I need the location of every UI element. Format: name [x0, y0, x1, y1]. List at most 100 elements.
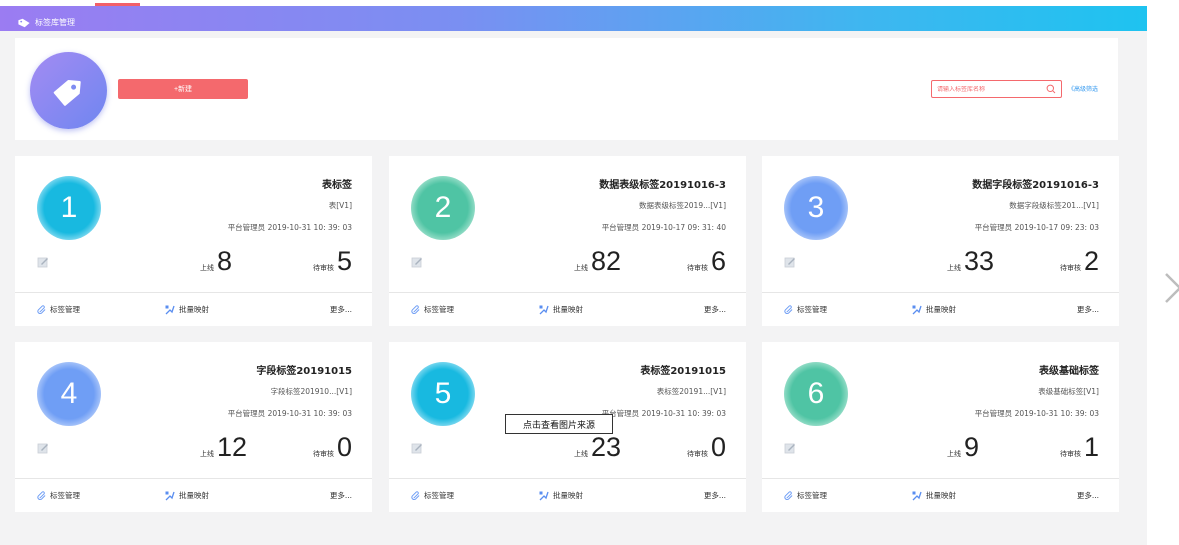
tag-manage-link[interactable]: 标签管理 — [37, 304, 80, 315]
card-meta: 平台管理员 2019-10-17 09: 31: 40 — [601, 223, 726, 232]
batch-mapping-link[interactable]: 批量映射 — [165, 304, 209, 315]
online-count: 33 — [964, 246, 995, 276]
pending-count: 0 — [710, 432, 726, 462]
card-number-badge: 1 — [37, 176, 101, 240]
card-subtitle: 数据字段级标签201...[V1] — [1009, 201, 1099, 210]
more-link[interactable]: 更多... — [704, 304, 726, 315]
online-label: 上线 — [574, 264, 588, 272]
card-subtitle: 字段标签201910...[V1] — [270, 387, 352, 396]
card-footer: 标签管理 批量映射 更多... — [15, 292, 372, 326]
batch-mapping-label: 批量映射 — [553, 491, 583, 500]
mapping-icon — [165, 491, 175, 500]
online-stat: 上线 82 — [574, 248, 621, 275]
more-link[interactable]: 更多... — [330, 490, 352, 501]
card-number-badge: 4 — [37, 362, 101, 426]
new-button[interactable]: +新建 — [118, 79, 248, 99]
online-count: 9 — [964, 432, 980, 462]
card-subtitle: 表[V1] — [328, 201, 352, 210]
tag-manage-link[interactable]: 标签管理 — [37, 490, 80, 501]
card-subtitle: 表标签20191...[V1] — [656, 387, 726, 396]
more-link[interactable]: 更多... — [704, 490, 726, 501]
tag-manage-label: 标签管理 — [797, 305, 827, 314]
more-link[interactable]: 更多... — [1077, 304, 1099, 315]
paperclip-icon — [784, 491, 793, 500]
tag-library-card[interactable]: 2 数据表级标签20191016-3 数据表级标签2019...[V1] 平台管理员 … — [389, 156, 746, 326]
batch-mapping-link[interactable]: 批量映射 — [539, 490, 583, 501]
card-title[interactable]: 表标签 — [322, 176, 352, 191]
pending-stat: 待审核 0 — [687, 434, 726, 461]
edit-icon[interactable] — [411, 256, 423, 268]
page-title-text: 标签库管理 — [35, 18, 75, 27]
page-title: 标签库管理 — [17, 17, 75, 28]
edit-icon[interactable] — [784, 256, 796, 268]
online-count: 8 — [217, 246, 233, 276]
mapping-icon — [539, 305, 549, 314]
online-count: 82 — [591, 246, 622, 276]
card-meta: 平台管理员 2019-10-31 10: 39: 03 — [601, 409, 726, 418]
batch-mapping-label: 批量映射 — [553, 305, 583, 314]
card-meta: 平台管理员 2019-10-31 10: 39: 03 — [974, 409, 1099, 418]
card-title[interactable]: 数据表级标签20191016-3 — [599, 176, 726, 191]
pending-stat: 待审核 1 — [1060, 434, 1099, 461]
card-title[interactable]: 表标签20191015 — [640, 362, 726, 377]
more-link[interactable]: 更多... — [330, 304, 352, 315]
batch-mapping-label: 批量映射 — [926, 491, 956, 500]
pending-stat: 待审核 5 — [313, 248, 352, 275]
tag-manage-link[interactable]: 标签管理 — [411, 490, 454, 501]
edit-icon[interactable] — [37, 442, 49, 454]
card-meta: 平台管理员 2019-10-31 10: 39: 03 — [227, 409, 352, 418]
card-footer: 标签管理 批量映射 更多... — [762, 478, 1119, 512]
tag-manage-link[interactable]: 标签管理 — [411, 304, 454, 315]
paperclip-icon — [411, 491, 420, 500]
card-number-badge: 6 — [784, 362, 848, 426]
tag-icon — [18, 18, 30, 27]
paperclip-icon — [37, 305, 46, 314]
mapping-icon — [539, 491, 549, 500]
batch-mapping-label: 批量映射 — [179, 305, 209, 314]
card-footer: 标签管理 批量映射 更多... — [762, 292, 1119, 326]
online-label: 上线 — [947, 264, 961, 272]
card-title[interactable]: 表级基础标签 — [1039, 362, 1099, 377]
batch-mapping-link[interactable]: 批量映射 — [539, 304, 583, 315]
tag-library-card[interactable]: 6 表级基础标签 表级基础标签[V1] 平台管理员 2019-10-31 10: 39… — [762, 342, 1119, 512]
batch-mapping-link[interactable]: 批量映射 — [912, 490, 956, 501]
tag-library-card[interactable]: 1 表标签 表[V1] 平台管理员 2019-10-31 10: 39: 03 上线 8 待… — [15, 156, 372, 326]
tag-manage-link[interactable]: 标签管理 — [784, 304, 827, 315]
online-stat: 上线 9 — [947, 434, 979, 461]
tag-manage-link[interactable]: 标签管理 — [784, 490, 827, 501]
search-input[interactable] — [937, 85, 1037, 93]
online-label: 上线 — [947, 450, 961, 458]
pending-count: 1 — [1083, 432, 1099, 462]
pending-label: 待审核 — [1059, 264, 1081, 272]
card-footer: 标签管理 批量映射 更多... — [389, 478, 746, 512]
edit-icon[interactable] — [37, 256, 49, 268]
pending-label: 待审核 — [686, 450, 708, 458]
tag-library-card[interactable]: 4 字段标签20191015 字段标签201910...[V1] 平台管理员 2019… — [15, 342, 372, 512]
card-meta: 平台管理员 2019-10-31 10: 39: 03 — [227, 223, 352, 232]
edit-icon[interactable] — [411, 442, 423, 454]
pending-stat: 待审核 6 — [687, 248, 726, 275]
card-title[interactable]: 字段标签20191015 — [256, 362, 352, 377]
search-icon[interactable] — [1046, 84, 1056, 94]
tag-manage-label: 标签管理 — [50, 305, 80, 314]
advanced-filter-link[interactable]: 《高级筛选 — [1068, 84, 1098, 93]
chevron-right-icon[interactable] — [1162, 270, 1179, 306]
batch-mapping-label: 批量映射 — [179, 491, 209, 500]
card-title[interactable]: 数据字段标签20191016-3 — [972, 176, 1099, 191]
online-stat: 上线 23 — [574, 434, 621, 461]
pending-label: 待审核 — [1059, 450, 1081, 458]
library-avatar — [30, 52, 107, 129]
pending-label: 待审核 — [312, 264, 334, 272]
online-count: 12 — [217, 432, 248, 462]
edit-icon[interactable] — [784, 442, 796, 454]
more-link[interactable]: 更多... — [1077, 490, 1099, 501]
batch-mapping-link[interactable]: 批量映射 — [912, 304, 956, 315]
paperclip-icon — [784, 305, 793, 314]
pending-count: 0 — [336, 432, 352, 462]
batch-mapping-link[interactable]: 批量映射 — [165, 490, 209, 501]
pending-label: 待审核 — [312, 450, 334, 458]
batch-mapping-label: 批量映射 — [926, 305, 956, 314]
pending-stat: 待审核 0 — [313, 434, 352, 461]
tag-library-card[interactable]: 3 数据字段标签20191016-3 数据字段级标签201...[V1] 平台管理员 … — [762, 156, 1119, 326]
online-stat: 上线 33 — [947, 248, 994, 275]
